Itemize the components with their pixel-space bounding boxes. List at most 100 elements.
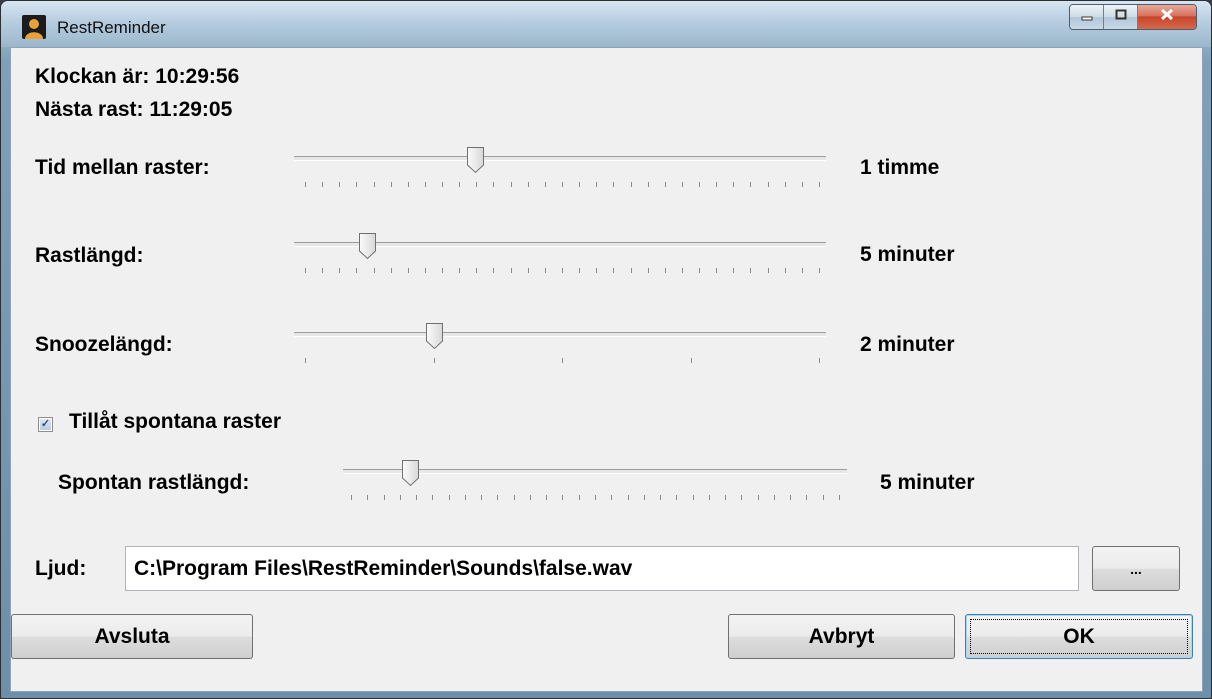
slider-tick (750, 182, 752, 187)
slider-tick (442, 182, 444, 187)
next-break-time: Nästa rast: 11:29:05 (35, 98, 233, 121)
slider-tick (699, 268, 701, 273)
slider-tick (681, 268, 683, 273)
slider-tick (725, 495, 727, 500)
slider-tick (476, 182, 478, 187)
spontaneous-length-value: 5 minuter (880, 471, 975, 494)
slider-tick (613, 182, 615, 187)
slider-tick (513, 495, 515, 500)
minimize-button[interactable] (1070, 5, 1104, 29)
slider-tick (801, 268, 803, 273)
slider-tick (819, 182, 820, 187)
slider-tick (544, 268, 546, 273)
slider-ticks (305, 182, 820, 190)
slider-tick (676, 495, 678, 500)
slider-tick (611, 495, 613, 500)
title-bar[interactable]: RestReminder (1, 1, 1211, 47)
slider-tick (416, 495, 418, 500)
browse-sound-button[interactable]: ... (1092, 546, 1180, 591)
snooze-length-label: Snoozelängd: (35, 333, 173, 356)
quit-button-label: Avsluta (94, 624, 170, 648)
slider-ticks (305, 268, 820, 276)
snooze-length-value: 2 minuter (860, 333, 955, 356)
slider-tick (367, 495, 369, 500)
slider-tick (784, 182, 786, 187)
slider-thumb[interactable] (425, 322, 444, 350)
break-length-value: 5 minuter (860, 243, 955, 266)
slider-tick (819, 358, 820, 363)
slider-tick (373, 182, 375, 187)
slider-tick (773, 495, 775, 500)
slider-tick (424, 268, 426, 273)
slider-tick (630, 268, 632, 273)
slider-tick (562, 182, 563, 187)
ok-button[interactable]: OK (965, 614, 1193, 659)
slider-thumb[interactable] (401, 459, 420, 487)
spontaneous-breaks-checkbox[interactable]: ✓ (38, 417, 53, 432)
interval-value: 1 timme (860, 156, 940, 179)
slider-tick (757, 495, 759, 500)
slider-tick (442, 268, 444, 273)
slider-tick (527, 268, 529, 273)
slider-tick (784, 268, 786, 273)
maximize-icon (1115, 8, 1127, 26)
slider-tick (383, 495, 385, 500)
slider-tick (351, 495, 352, 500)
slider-tick (544, 182, 546, 187)
slider-tick (647, 268, 649, 273)
slider-ticks (351, 495, 840, 503)
slider-tick (733, 268, 735, 273)
slider-tick (767, 182, 769, 187)
slider-tick (476, 268, 478, 273)
slider-track[interactable] (294, 332, 826, 337)
close-button[interactable] (1138, 5, 1196, 29)
slider-tick (613, 268, 615, 273)
slider-tick (493, 268, 495, 273)
slider-tick (493, 182, 495, 187)
slider-tick (356, 182, 358, 187)
spontaneous-length-label: Spontan rastlängd: (58, 471, 250, 494)
sound-label: Ljud: (35, 557, 87, 580)
slider-tick (733, 182, 735, 187)
cancel-button[interactable]: Avbryt (728, 614, 955, 659)
slider-tick (596, 268, 598, 273)
sound-path-input[interactable]: C:\Program Files\RestReminder\Sounds\fal… (125, 546, 1079, 591)
slider-tick (424, 182, 426, 187)
slider-tick (305, 182, 306, 187)
slider-tick (692, 495, 694, 500)
slider-tick (579, 182, 581, 187)
slider-tick (664, 268, 666, 273)
slider-tick (699, 182, 701, 187)
app-window: RestReminder Klockan är: 10:29:56 Nästa … (0, 0, 1212, 699)
slider-tick (390, 182, 392, 187)
slider-ticks (305, 358, 820, 366)
slider-tick (595, 495, 596, 500)
slider-tick (716, 182, 718, 187)
slider-track[interactable] (294, 156, 826, 161)
slider-tick (464, 495, 466, 500)
close-icon (1160, 8, 1174, 26)
slider-tick (407, 182, 409, 187)
quit-button[interactable]: Avsluta (11, 614, 253, 659)
maximize-button[interactable] (1104, 5, 1138, 29)
slider-tick (546, 495, 548, 500)
slider-thumb[interactable] (358, 232, 377, 260)
slider-tick (627, 495, 629, 500)
slider-tick (339, 182, 341, 187)
slider-tick (448, 495, 450, 500)
slider-tick (596, 182, 598, 187)
slider-tick (660, 495, 662, 500)
slider-tick (579, 268, 581, 273)
slider-tick (459, 268, 461, 273)
window-title: RestReminder (57, 18, 166, 37)
slider-tick (647, 182, 649, 187)
minimize-icon (1081, 8, 1093, 26)
slider-tick (767, 268, 769, 273)
slider-tick (643, 495, 645, 500)
spontaneous-breaks-label[interactable]: Tillåt spontana raster (69, 410, 281, 434)
slider-tick (741, 495, 743, 500)
slider-tick (339, 268, 341, 273)
slider-thumb[interactable] (466, 146, 485, 174)
slider-tick (481, 495, 483, 500)
dialog-client-area: Klockan är: 10:29:56 Nästa rast: 11:29:0… (10, 47, 1203, 692)
